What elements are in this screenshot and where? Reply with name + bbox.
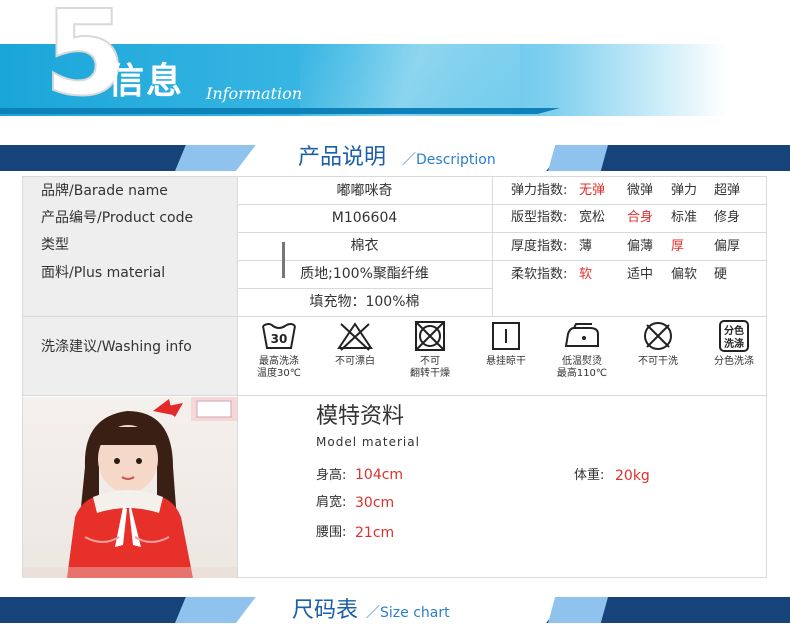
svg-text:30: 30 (271, 332, 288, 346)
code-label: 产品编号/Product code (41, 210, 194, 226)
separate-wash-icon: 分色 洗涤 (719, 320, 749, 352)
wash-label: 分色洗涤 (714, 356, 754, 367)
model-title-en: Model material (316, 435, 420, 449)
weight-value: 20kg (615, 468, 650, 484)
attr-option: 偏薄 (627, 239, 654, 254)
wash-item: 低温熨烫 最高110℃ (547, 320, 617, 380)
product-table: 品牌/Barade name 产品编号/Product code 类型 面料/P… (22, 176, 767, 578)
weight-label: 体重: (574, 468, 605, 483)
filling-value: 填充物：100%棉 (309, 294, 420, 310)
brand-value: 嘟嘟咪奇 (336, 183, 393, 199)
attr-option: 偏厚 (714, 239, 741, 254)
type-label: 类型 (41, 237, 69, 253)
attr-name-thickness: 厚度指数: (511, 239, 568, 254)
attr-option: 宽松 (579, 210, 606, 225)
row-divider (237, 232, 766, 233)
svg-text:洗涤: 洗涤 (724, 337, 744, 350)
attr-option: 软 (579, 267, 593, 282)
row-divider (23, 395, 766, 396)
waist-label: 腰围: (316, 525, 347, 540)
wash-label: 不可 翻转干燥 (410, 356, 450, 379)
column-divider (237, 177, 238, 577)
no-bleach-icon (337, 322, 373, 351)
attr-option: 弹力 (671, 183, 698, 198)
model-photo (23, 397, 237, 578)
attr-option: 微弹 (627, 183, 654, 198)
wash-item: 分色 洗涤 分色洗涤 (699, 320, 769, 368)
attr-option: 合身 (627, 210, 654, 225)
waist-value: 21cm (355, 525, 395, 541)
wash-item: 30 最高洗涤 温度30℃ (244, 320, 314, 380)
code-value: M106604 (331, 210, 398, 226)
banner-title-cn: 信息 (108, 61, 185, 102)
attr-option: 适中 (627, 267, 654, 282)
washing-label: 洗涤建议/Washing info (41, 339, 192, 355)
attr-name-fit: 版型指数: (511, 210, 568, 225)
banner-title-en: Information (206, 84, 303, 103)
bar-title-area (236, 145, 566, 171)
wash-item: 不可 翻转干燥 (395, 320, 465, 380)
description-title-cn: 产品说明 (298, 145, 387, 170)
wash-30-icon: 30 (262, 323, 296, 349)
row-divider (237, 260, 766, 261)
wash-label: 最高洗涤 温度30℃ (257, 356, 301, 379)
description-title-bar: 产品说明 ／Description (0, 145, 790, 171)
iron-low-icon (564, 323, 599, 347)
material-label: 面料/Plus material (41, 265, 166, 281)
row-divider (237, 204, 766, 205)
no-tumble-dry-icon (415, 321, 445, 351)
shoulder-label: 肩宽: (316, 495, 347, 510)
girl-in-red-coat-image (23, 397, 237, 578)
description-title-en: ／Description (402, 152, 496, 168)
attr-option: 修身 (714, 210, 741, 225)
attr-option: 无弹 (579, 183, 606, 198)
row-divider (237, 288, 492, 289)
row-divider (23, 316, 766, 317)
hang-dry-icon (492, 322, 520, 350)
size-chart-title-cn: 尺码表 (292, 598, 359, 623)
attr-option: 标准 (671, 210, 698, 225)
shoulder-value: 30cm (355, 495, 395, 511)
banner-highlight (300, 44, 520, 116)
material-value: 质地;100%聚酯纤维 (300, 266, 429, 282)
wash-label: 低温熨烫 最高110℃ (556, 356, 608, 379)
wash-item: 不可漂白 (320, 320, 390, 368)
size-chart-title-en: ／Size chart (366, 605, 450, 621)
wash-label: 不可干洗 (638, 356, 678, 367)
type-value: 棉衣 (350, 238, 379, 254)
wash-item: 不可干洗 (623, 320, 693, 368)
attr-option: 硬 (714, 267, 728, 282)
wash-label: 不可漂白 (335, 356, 375, 367)
attr-option: 超弹 (714, 183, 741, 198)
attr-option: 薄 (579, 239, 593, 254)
column-divider (492, 177, 493, 316)
height-label: 身高: (316, 468, 347, 483)
svg-text:分色: 分色 (724, 324, 744, 337)
bar-accent (548, 145, 608, 171)
attr-option: 厚 (671, 239, 685, 254)
no-dry-clean-icon (644, 322, 672, 350)
height-value: 104cm (355, 467, 404, 483)
size-chart-title-bar: 尺码表 ／Size chart (0, 597, 790, 623)
attr-name-softness: 柔软指数: (511, 267, 568, 282)
wash-item: 悬挂晾干 (471, 320, 541, 368)
attr-option: 偏软 (671, 267, 698, 282)
bar-accent (548, 597, 608, 623)
wash-label: 悬挂晾干 (486, 356, 526, 367)
model-title-cn: 模特资料 (316, 404, 405, 429)
brand-label: 品牌/Barade name (41, 183, 168, 199)
attr-name-elasticity: 弹力指数: (511, 183, 568, 198)
model-title-accent (282, 242, 285, 278)
